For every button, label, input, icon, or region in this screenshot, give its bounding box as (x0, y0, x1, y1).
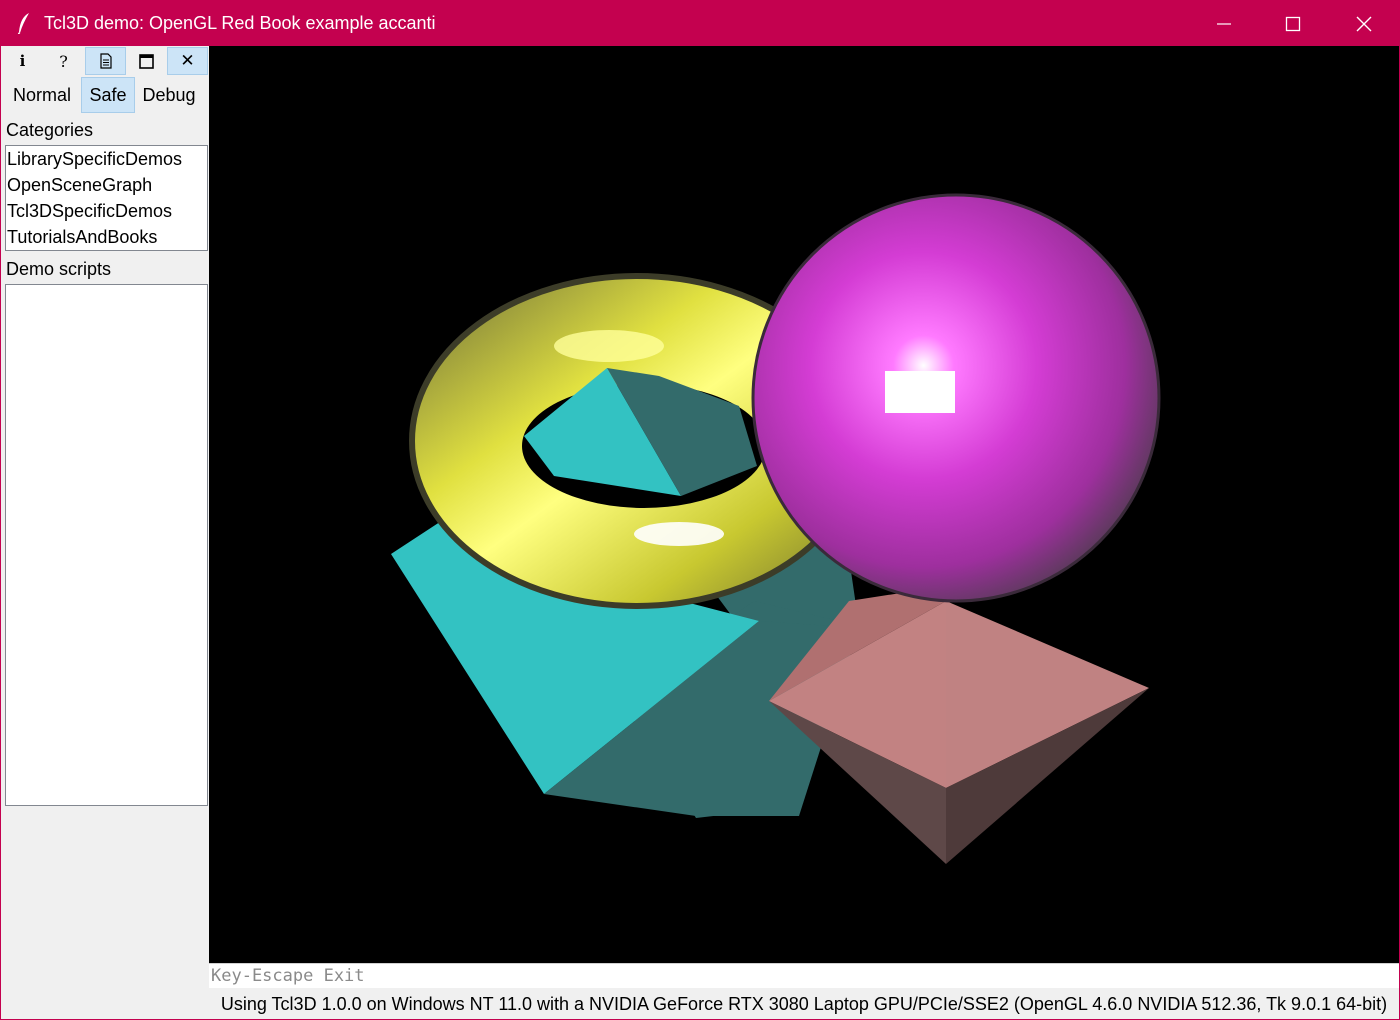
maximize-button[interactable] (1258, 1, 1328, 46)
categories-listbox[interactable]: LibrarySpecificDemos OpenSceneGraph Tcl3… (5, 145, 208, 251)
mode-debug-label: Debug (142, 84, 196, 105)
list-item[interactable]: Tcl3DSpecificDemos (6, 198, 207, 224)
torus-highlight-bottom (634, 522, 724, 546)
mode-debug-button[interactable]: Debug (136, 77, 202, 113)
key-hint-field: Key-Escape Exit (209, 963, 1399, 988)
info-button[interactable]: i (2, 47, 43, 75)
feather-icon (17, 13, 29, 34)
close-icon (1356, 16, 1372, 31)
demo-scripts-label: Demo scripts (6, 259, 112, 279)
list-item[interactable]: OpenSceneGraph (6, 172, 207, 198)
sphere (751, 193, 1161, 603)
window-icon (139, 53, 154, 69)
fullscreen-button[interactable] (126, 47, 167, 75)
system-info-text: Using Tcl3D 1.0.0 on Windows NT 11.0 wit… (209, 989, 1399, 1019)
sphere-specular (885, 371, 955, 413)
help-button[interactable]: ? (43, 47, 84, 75)
minimize-button[interactable] (1189, 1, 1259, 46)
info-icon: i (19, 52, 26, 70)
minimize-icon (1217, 22, 1231, 25)
sidebar: i ? ✕ Normal Safe Debug Categories Libra… (2, 46, 209, 1019)
opengl-viewport[interactable] (209, 46, 1399, 963)
maximize-icon (1285, 16, 1301, 31)
rendered-scene (391, 193, 1161, 864)
window-title: Tcl3D demo: OpenGL Red Book example acca… (44, 13, 436, 33)
view-source-button[interactable] (85, 47, 126, 75)
mode-normal-label: Normal (12, 84, 71, 105)
mode-normal-button[interactable]: Normal (6, 77, 78, 113)
exit-button[interactable]: ✕ (167, 47, 208, 75)
mode-safe-button[interactable]: Safe (81, 77, 135, 113)
mode-safe-label: Safe (89, 84, 127, 105)
list-item[interactable]: TutorialsAndBooks (6, 224, 207, 250)
list-item[interactable]: LibrarySpecificDemos (6, 146, 207, 172)
torus-highlight-top (554, 330, 664, 362)
help-icon: ? (59, 51, 68, 71)
close-icon: ✕ (180, 51, 195, 70)
demo-scripts-listbox[interactable] (5, 284, 208, 806)
document-icon (99, 53, 112, 69)
categories-label: Categories (6, 120, 94, 140)
application-window: Tcl3D demo: OpenGL Red Book example acca… (0, 0, 1400, 1020)
close-window-button[interactable] (1329, 1, 1399, 46)
title-bar[interactable]: Tcl3D demo: OpenGL Red Book example acca… (1, 1, 1400, 46)
